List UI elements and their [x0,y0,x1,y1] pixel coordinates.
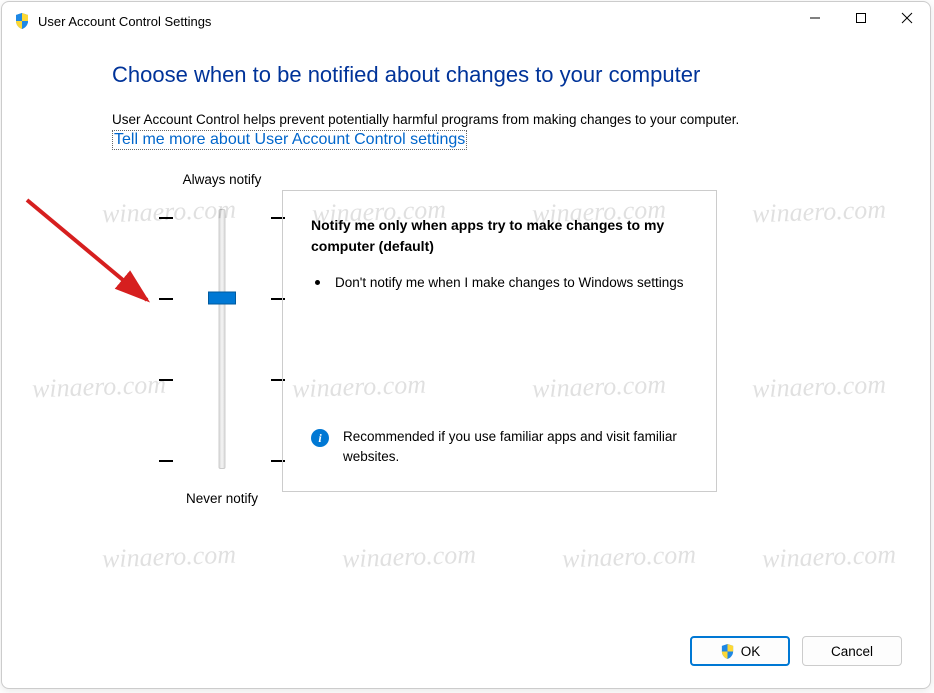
ok-button[interactable]: OK [690,636,790,666]
info-icon: i [311,429,329,447]
uac-slider[interactable] [147,199,297,479]
maximize-button[interactable] [838,2,884,34]
shield-icon [720,644,735,659]
slider-label-top: Always notify [147,172,297,187]
shield-icon [14,13,30,29]
panel-bullet: Don't notify me when I make changes to W… [311,273,688,293]
uac-settings-window: User Account Control Settings Choose whe… [1,1,931,689]
page-heading: Choose when to be notified about changes… [112,62,870,88]
recommendation-text: Recommended if you use familiar apps and… [343,427,688,468]
ok-button-label: OK [741,644,761,659]
description-text: User Account Control helps prevent poten… [112,110,870,130]
panel-title: Notify me only when apps try to make cha… [311,215,688,257]
notification-panel: Notify me only when apps try to make cha… [282,190,717,492]
close-button[interactable] [884,2,930,34]
minimize-button[interactable] [792,2,838,34]
cancel-button-label: Cancel [831,644,873,659]
slider-label-bottom: Never notify [147,491,297,506]
slider-thumb[interactable] [208,292,236,305]
learn-more-link[interactable]: Tell me more about User Account Control … [112,130,467,150]
cancel-button[interactable]: Cancel [802,636,902,666]
titlebar: User Account Control Settings [2,2,930,40]
window-title: User Account Control Settings [38,14,211,29]
